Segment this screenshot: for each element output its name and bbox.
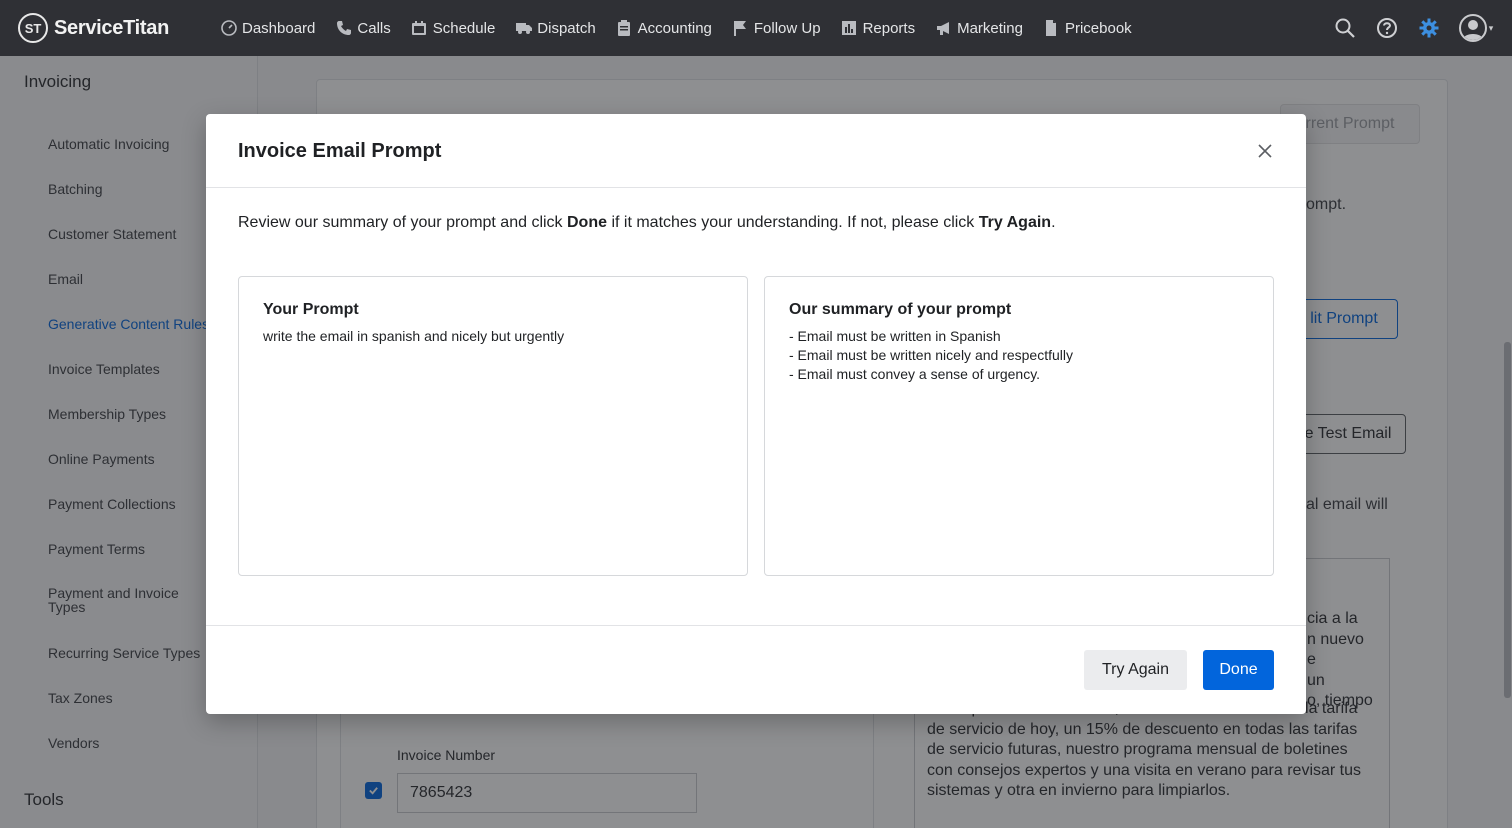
top-navigation-bar: ST ServiceTitan Dashboard Calls Schedule…	[0, 0, 1512, 56]
brand-logo[interactable]: ST ServiceTitan	[18, 13, 198, 43]
summary-item: - Email must be written in Spanish	[789, 328, 1001, 344]
user-avatar-icon[interactable]: ▾	[1450, 0, 1502, 56]
nav-item-follow-up[interactable]: Follow Up	[722, 0, 831, 56]
prompt-summary-panel: Our summary of your prompt - Email must …	[764, 276, 1274, 576]
chevron-down-icon: ▾	[1488, 22, 1494, 33]
top-right-actions: ▾	[1324, 0, 1502, 56]
intro-try-again-emphasis: Try Again	[978, 214, 1052, 231]
nav-label: Calls	[357, 19, 391, 37]
search-icon[interactable]	[1324, 0, 1366, 56]
nav-label: Schedule	[432, 19, 496, 37]
nav-label: Dispatch	[537, 19, 596, 37]
nav-item-dispatch[interactable]: Dispatch	[505, 0, 605, 56]
clipboard-icon	[616, 20, 633, 37]
modal-header: Invoice Email Prompt	[206, 114, 1306, 188]
nav-item-calls[interactable]: Calls	[325, 0, 400, 56]
nav-item-dashboard[interactable]: Dashboard	[210, 0, 325, 56]
flag-icon	[732, 20, 749, 37]
summary-item: - Email must be written nicely and respe…	[789, 347, 1073, 363]
phone-icon	[335, 20, 352, 37]
nav-label: Dashboard	[242, 19, 316, 37]
modal-instructions: Review our summary of your prompt and cl…	[238, 214, 1056, 232]
done-button[interactable]: Done	[1203, 650, 1274, 690]
bar-chart-icon	[841, 20, 858, 37]
nav-item-reports[interactable]: Reports	[831, 0, 926, 56]
intro-text: Review our summary of your prompt and cl…	[238, 214, 567, 231]
nav-label: Pricebook	[1064, 19, 1132, 37]
book-icon	[1043, 20, 1060, 37]
prompt-summary-list: - Email must be written in Spanish - Ema…	[789, 327, 1249, 384]
nav-item-accounting[interactable]: Accounting	[606, 0, 722, 56]
nav-label: Reports	[862, 19, 916, 37]
brand-mark-icon: ST	[18, 13, 48, 43]
your-prompt-text: write the email in spanish and nicely bu…	[263, 328, 565, 344]
try-again-button[interactable]: Try Again	[1084, 650, 1187, 690]
page-scrollbar[interactable]	[1504, 342, 1511, 698]
nav-item-schedule[interactable]: Schedule	[401, 0, 506, 56]
nav-label: Follow Up	[753, 19, 821, 37]
invoice-email-prompt-modal: Invoice Email Prompt Review our summary …	[206, 114, 1306, 714]
summary-item: - Email must convey a sense of urgency.	[789, 366, 1041, 382]
your-prompt-panel: Your Prompt write the email in spanish a…	[238, 276, 748, 576]
intro-text: .	[1051, 214, 1056, 231]
modal-title: Invoice Email Prompt	[238, 140, 442, 162]
avatar	[1458, 14, 1487, 42]
gear-icon[interactable]	[1408, 0, 1450, 56]
main-nav: Dashboard Calls Schedule Dispatch Accoun…	[210, 0, 1142, 56]
help-icon[interactable]	[1366, 0, 1408, 56]
brand-name: ServiceTitan	[54, 16, 169, 39]
nav-label: Accounting	[637, 19, 712, 37]
intro-text: if it matches your understanding. If not…	[607, 214, 979, 231]
prompt-summary-title: Our summary of your prompt	[789, 301, 1012, 318]
dashboard-icon	[220, 20, 237, 37]
nav-item-pricebook[interactable]: Pricebook	[1033, 0, 1142, 56]
megaphone-icon	[935, 20, 952, 37]
your-prompt-title: Your Prompt	[263, 301, 359, 318]
intro-done-emphasis: Done	[567, 214, 607, 231]
nav-item-marketing[interactable]: Marketing	[925, 0, 1033, 56]
truck-icon	[515, 20, 532, 37]
nav-label: Marketing	[957, 19, 1023, 37]
calendar-icon	[411, 20, 428, 37]
close-icon[interactable]	[1254, 140, 1276, 162]
